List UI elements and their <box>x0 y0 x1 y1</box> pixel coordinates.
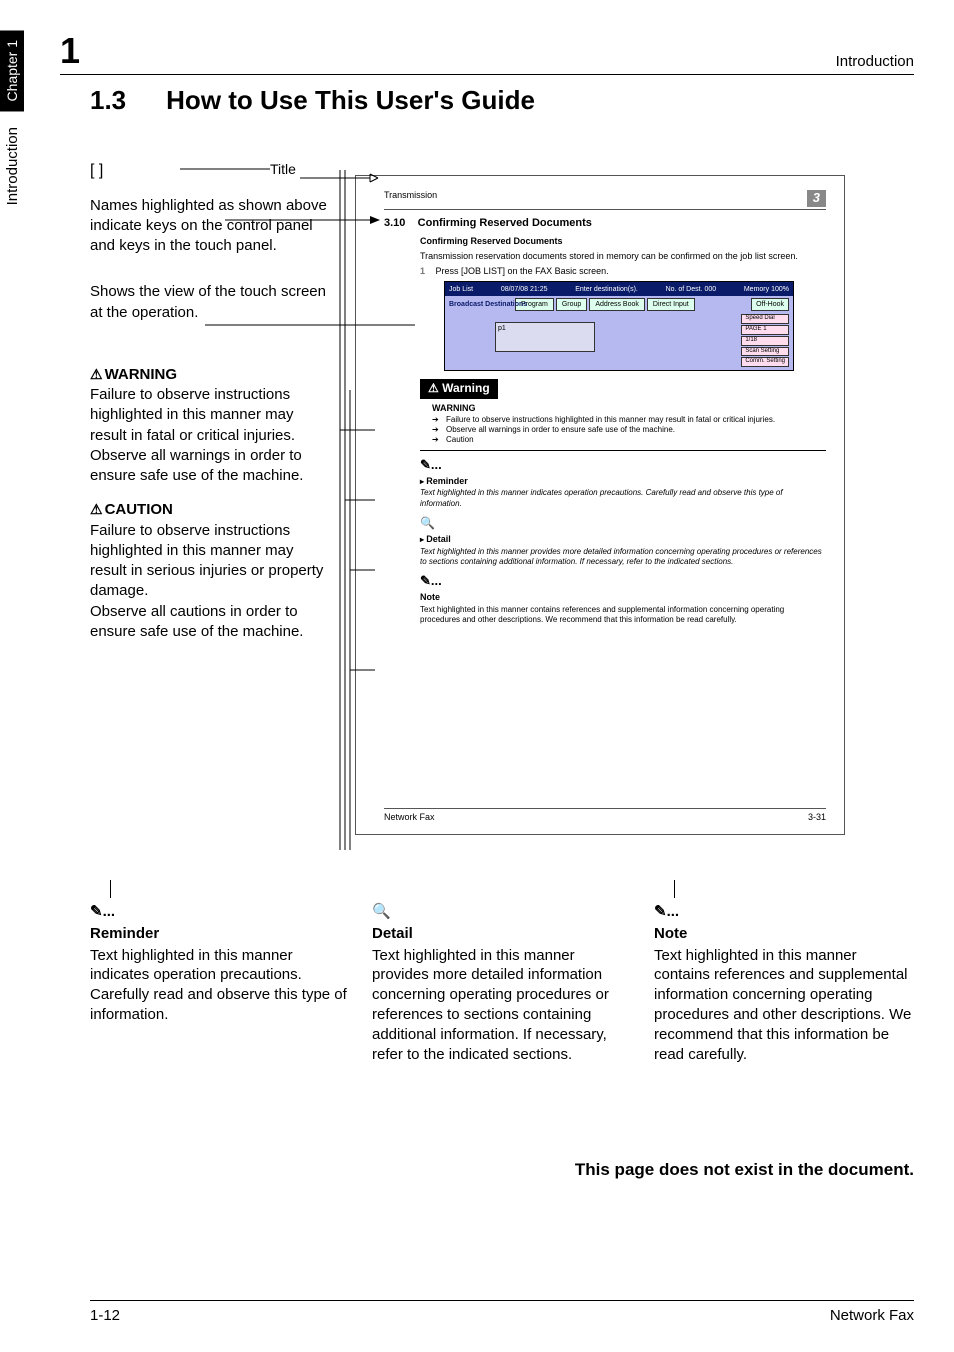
fax-tabs: Program Group Address Book Direct Input <box>515 298 789 311</box>
sample-page: Transmission 3 3.10 Confirming Reserved … <box>355 175 845 835</box>
sample-note-title: Note <box>420 592 826 604</box>
fax-scan-setting[interactable]: Scan Setting <box>741 347 789 357</box>
fax-tab-direct[interactable]: Direct Input <box>647 298 695 311</box>
detail-heading: Detail <box>372 924 632 944</box>
magnifier-icon <box>420 515 826 532</box>
page-heading: 1.3 How to Use This User's Guide <box>90 85 535 116</box>
magnifier-icon: 🔍 <box>372 902 632 922</box>
footer-title: Network Fax <box>830 1307 914 1324</box>
fax-dest-label: Broadcast Destinations <box>449 300 527 309</box>
sample-note: Note Text highlighted in this manner con… <box>420 573 826 625</box>
sample-detail: Detail Text highlighted in this manner p… <box>420 515 826 567</box>
sample-body-text: Transmission reservation documents store… <box>420 251 826 263</box>
fax-page1[interactable]: PAGE 1 <box>741 325 789 335</box>
fax-offhook-button[interactable]: Off-Hook <box>751 298 789 311</box>
fax-tab-group[interactable]: Group <box>556 298 587 311</box>
nonexistent-page-note: This page does not exist in the document… <box>0 1160 914 1180</box>
sample-warning-box: WARNING ➔Failure to observe instructions… <box>420 399 826 451</box>
left-annotations: [ ] Title Names highlighted as shown abo… <box>90 160 330 656</box>
sample-warn-l2: Observe all warnings in order to ensure … <box>446 425 675 435</box>
sample-detail-body: Text highlighted in this manner provides… <box>420 547 826 568</box>
sample-section-heading: 3.10 Confirming Reserved Documents <box>384 216 826 230</box>
fax-comm-setting[interactable]: Comm. Setting <box>741 357 789 367</box>
caution-body: Failure to observe instructions highligh… <box>90 521 330 602</box>
caution-body2: Observe all cautions in order to ensure … <box>90 602 330 643</box>
sample-header-left: Transmission <box>384 190 437 207</box>
annotation-view: Shows the view of the touch screen at th… <box>90 282 330 323</box>
hand-icon <box>420 573 826 590</box>
col-note: ✎... Note Text highlighted in this manne… <box>654 880 914 1064</box>
sample-sec-title: Confirming Reserved Documents <box>418 217 592 229</box>
side-tab: Chapter 1 Introduction <box>0 30 40 310</box>
fax-page-count[interactable]: 1/18 <box>741 336 789 346</box>
sample-step: 1 Press [JOB LIST] on the FAX Basic scre… <box>420 266 826 278</box>
section-name-top: Introduction <box>836 53 914 70</box>
page-footer: 1-12 Network Fax <box>90 1300 914 1324</box>
sample-footer-left: Network Fax <box>384 812 435 824</box>
sample-detail-title: Detail <box>420 534 826 546</box>
sample-header-line: Transmission 3 <box>384 190 826 210</box>
sample-warning-bar: Warning <box>420 379 498 399</box>
section-side-label: Introduction <box>0 115 25 217</box>
page-number: 1-12 <box>90 1307 120 1324</box>
fax-basic-screen: Job List 08/07/08 21:25 Enter destinatio… <box>444 281 794 371</box>
chapter-label: Chapter 1 <box>0 30 24 111</box>
sample-footer: Network Fax 3-31 <box>384 808 826 824</box>
sample-reminder-title: Reminder <box>420 476 826 488</box>
tick-mark <box>674 880 914 898</box>
sample-reminder: Reminder Text highlighted in this manner… <box>420 457 826 509</box>
heading-number: 1.3 <box>90 85 126 115</box>
fax-dest-slot[interactable]: p1 <box>495 322 595 352</box>
fax-datetime: 08/07/08 21:25 <box>501 285 548 294</box>
annotation-keys: Names highlighted as shown above indicat… <box>90 196 330 257</box>
sample-note-body: Text highlighted in this manner contains… <box>420 605 826 626</box>
arrow-icon: ➔ <box>432 415 446 425</box>
sample-warn-l3: Caution <box>446 435 474 445</box>
sample-warn-l1: Failure to observe instructions highligh… <box>446 415 775 425</box>
reminder-body: Text highlighted in this manner indicate… <box>90 946 350 1025</box>
hand-icon: ✎... <box>90 902 350 922</box>
reminder-heading: Reminder <box>90 924 350 944</box>
heading-text: How to Use This User's Guide <box>166 85 535 115</box>
sample-sub-heading: Confirming Reserved Documents <box>420 236 826 248</box>
col-detail: 🔍 Detail Text highlighted in this manner… <box>372 880 632 1064</box>
fax-side-buttons: Speed Dial PAGE 1 1/18 Scan Setting Comm… <box>741 314 789 367</box>
bracket-example: [ ] <box>90 162 103 179</box>
fax-tab-addrbook[interactable]: Address Book <box>589 298 645 311</box>
top-bar: 1 Introduction <box>60 28 914 75</box>
sample-reminder-body: Text highlighted in this manner indicate… <box>420 488 826 509</box>
tick-mark <box>110 880 350 898</box>
detail-body: Text highlighted in this manner provides… <box>372 946 632 1065</box>
sample-sec-num: 3.10 <box>384 217 405 229</box>
sample-header-number: 3 <box>807 190 826 207</box>
arrow-icon: ➔ <box>432 425 446 435</box>
note-heading: Note <box>654 924 914 944</box>
sample-step-text: Press [JOB LIST] on the FAX Basic screen… <box>436 266 609 276</box>
sample-step-num: 1 <box>420 266 425 276</box>
arrow-icon: ➔ <box>432 435 446 445</box>
warning-body: Failure to observe instructions highligh… <box>90 385 330 486</box>
col-reminder: ✎... Reminder Text highlighted in this m… <box>90 880 350 1064</box>
fax-job-list: Job List <box>449 285 473 294</box>
caution-heading: CAUTION <box>90 500 330 520</box>
note-body: Text highlighted in this manner contains… <box>654 946 914 1065</box>
fax-top-row: Job List 08/07/08 21:25 Enter destinatio… <box>445 282 793 296</box>
warning-heading: WARNING <box>90 365 330 385</box>
title-pointer-label: Title <box>270 160 296 179</box>
bottom-columns: ✎... Reminder Text highlighted in this m… <box>90 880 914 1064</box>
chapter-number: 1 <box>60 30 80 72</box>
fax-speed-dial[interactable]: Speed Dial <box>741 314 789 324</box>
hand-icon: ✎... <box>654 902 914 922</box>
fax-memory: Memory 100% <box>744 285 789 294</box>
sample-warning-title: WARNING <box>432 403 826 415</box>
sample-footer-right: 3-31 <box>808 812 826 824</box>
fax-dest-count: No. of Dest. 000 <box>666 285 717 294</box>
fax-enter-dest: Enter destination(s). <box>575 285 638 294</box>
hand-icon <box>420 457 826 474</box>
